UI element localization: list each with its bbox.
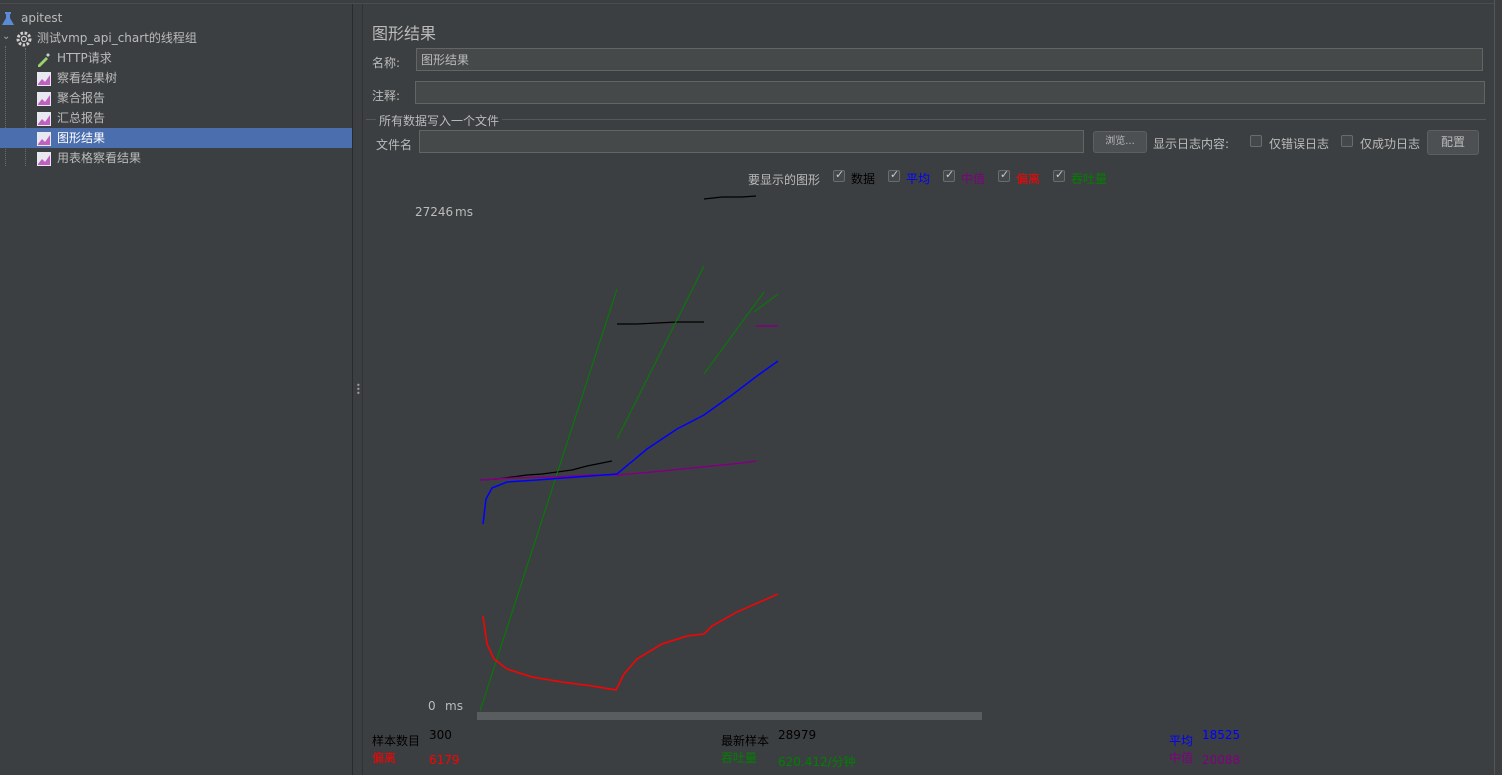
- window-right-edge: [1494, 0, 1502, 775]
- deviation-series-line: [482, 593, 779, 691]
- median-stat-value: 20088: [1202, 753, 1241, 767]
- throughput-stat-label: 吞吐量: [721, 751, 758, 765]
- throughput-series-line: [753, 293, 779, 313]
- throughput-stat-value: 620.412/分钟: [778, 755, 856, 769]
- deviation-stat-label: 偏离: [372, 751, 397, 765]
- tree-node-label: apitest: [21, 11, 63, 25]
- tree-node-label: 图形结果: [57, 131, 106, 145]
- tree-node-summary-report[interactable]: 汇总报告: [36, 108, 105, 128]
- median-series-line: [479, 460, 757, 481]
- graph-results-panel: 图形结果 名称: 注释: 所有数据写入一个文件 文件名 浏览... 显示日志内容…: [362, 4, 1492, 775]
- latest-sample-label: 最新样本: [721, 734, 770, 748]
- tree-node-view-results-tree[interactable]: 察看结果树: [36, 68, 117, 88]
- flask-icon: [2, 11, 14, 25]
- tree-node-label: 测试vmp_api_chart的线程组: [37, 31, 197, 45]
- tree-node-thread-group[interactable]: 测试vmp_api_chart的线程组: [16, 28, 197, 48]
- average-stat-label: 平均: [1169, 734, 1194, 748]
- average-series-line: [482, 360, 779, 525]
- tree-node-graph-results[interactable]: 图形结果: [0, 128, 352, 148]
- samples-value: 300: [429, 728, 452, 742]
- chart-listener-icon: [37, 71, 51, 86]
- median-stat-label: 中值: [1169, 751, 1194, 765]
- tree-node-test-plan[interactable]: apitest: [0, 8, 62, 28]
- graph-canvas: [477, 195, 982, 720]
- samples-label: 样本数目: [372, 734, 421, 748]
- tree-node-label: HTTP请求: [57, 51, 112, 65]
- chart-listener-icon: [37, 91, 51, 106]
- graph-scrollbar: [477, 712, 982, 720]
- tree-connector: [5, 46, 6, 166]
- average-stat-value: 18525: [1202, 728, 1241, 742]
- tree-node-label: 用表格察看结果: [57, 151, 142, 165]
- tree-node-label: 汇总报告: [57, 111, 106, 125]
- test-plan-tree: apitest ⌄ 测试vmp_api_chart的线程组 HTTP请求 察看结…: [0, 4, 352, 775]
- throughput-series-line: [616, 265, 705, 440]
- data-series-line: [703, 195, 757, 200]
- drag-handle-icon[interactable]: • • •: [356, 382, 361, 398]
- throughput-series-line: [703, 291, 765, 375]
- tree-node-view-results-table[interactable]: 用表格察看结果: [36, 148, 141, 168]
- tree-connector: [25, 48, 26, 166]
- tree-node-aggregate-report[interactable]: 聚合报告: [36, 88, 105, 108]
- chart-listener-icon: [37, 131, 51, 146]
- data-series-line: [617, 321, 704, 325]
- gear-icon: [16, 31, 32, 46]
- tree-node-label: 聚合报告: [57, 91, 106, 105]
- tree-node-http-request[interactable]: HTTP请求: [36, 48, 112, 68]
- chart-listener-icon: [37, 111, 51, 126]
- latest-sample-value: 28979: [778, 728, 817, 742]
- throughput-series-line: [479, 288, 618, 712]
- deviation-stat-value: 6179: [429, 753, 460, 767]
- tree-node-label: 察看结果树: [57, 71, 118, 85]
- chevron-down-icon[interactable]: ⌄: [2, 31, 10, 42]
- pipette-icon: [38, 52, 50, 67]
- chart-listener-icon: [37, 151, 51, 166]
